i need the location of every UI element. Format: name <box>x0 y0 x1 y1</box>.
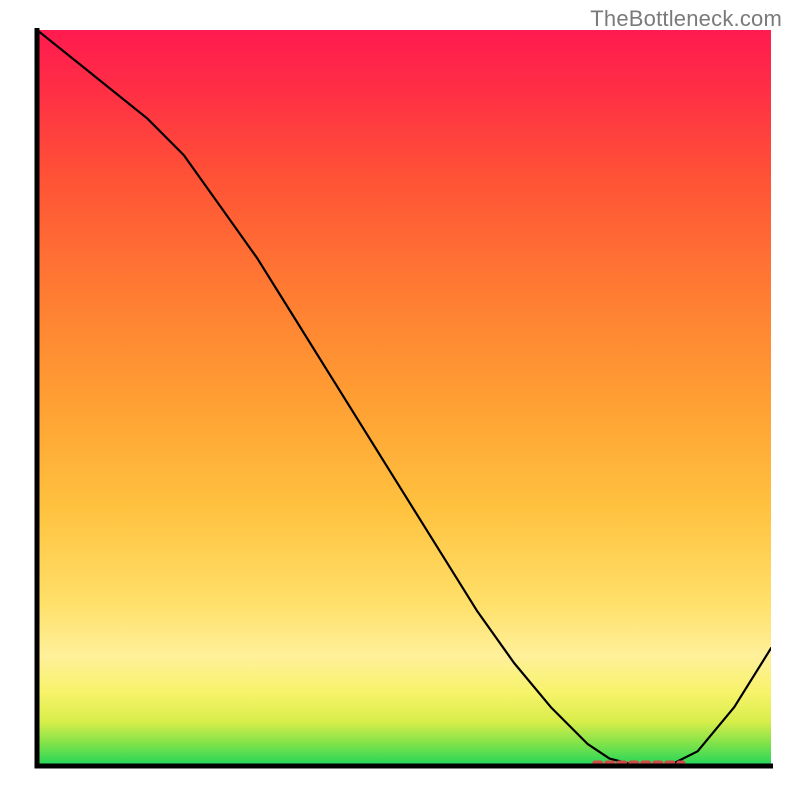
chart-svg <box>0 0 800 800</box>
gradient-fill <box>37 30 771 766</box>
chart-stage: TheBottleneck.com <box>0 0 800 800</box>
watermark-label: TheBottleneck.com <box>590 6 782 32</box>
